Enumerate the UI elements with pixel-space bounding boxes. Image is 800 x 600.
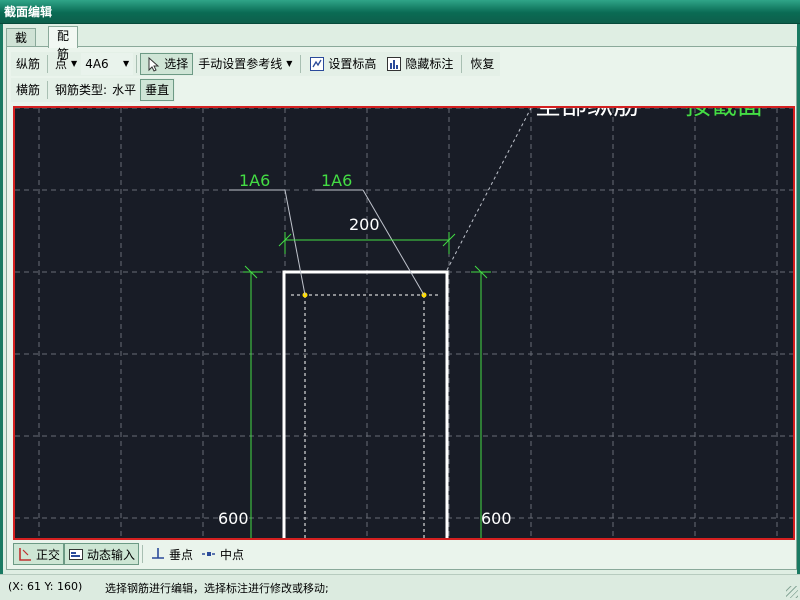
drawing-canvas[interactable]: 全部纵筋 按截面 1A6 1A6 200 [13, 106, 795, 540]
manual-reference-line-button[interactable]: 手动设置参考线 ▼ [193, 53, 297, 75]
separator [461, 55, 463, 73]
tab-section[interactable]: 截面 [6, 28, 37, 63]
toolbar-transverse: 横筋 钢筋类型: 水平 垂直 [11, 78, 176, 102]
perpendicular-snap-button[interactable]: 垂点 [146, 543, 197, 565]
top-text-white: 全部纵筋 [535, 108, 639, 121]
grid [15, 108, 793, 538]
dynamic-input-label: 动态输入 [87, 547, 136, 562]
select-button[interactable]: 选择 [140, 53, 194, 75]
separator [47, 55, 49, 73]
set-elevation-button[interactable]: 设置标高 [304, 53, 381, 75]
separator [300, 55, 302, 73]
toolbar-longitudinal: 纵筋 点 ▼ 4A6 ▼ 选择 手动设置参考线 ▼ 设置标高 隐藏标注 恢复 [11, 52, 501, 76]
hide-annotation-button[interactable]: 隐藏标注 [381, 53, 458, 75]
section-outline [282, 270, 449, 538]
snap-toolbar: 正交 动态输入 垂点 中点 [13, 542, 248, 566]
ortho-label: 正交 [36, 547, 61, 562]
rebar-label-left[interactable]: 1A6 [239, 171, 270, 190]
top-leader-line [446, 108, 532, 271]
height-dimension-left-text[interactable]: 600 [218, 509, 249, 528]
horizontal-button[interactable]: 水平 [111, 79, 140, 101]
height-dimension-left [243, 265, 263, 538]
section-drawing[interactable]: 全部纵筋 按截面 1A6 1A6 200 [15, 108, 793, 538]
perpendicular-label: 垂点 [169, 547, 194, 562]
ortho-icon [17, 546, 33, 562]
dynamic-input-button[interactable]: 动态输入 [64, 543, 140, 565]
cursor-arrow-icon [145, 56, 161, 72]
separator [142, 545, 144, 563]
top-text-green: 按截面 [685, 108, 763, 121]
transverse-label: 横筋 [16, 83, 41, 97]
separator [47, 81, 49, 99]
rebar-label-right[interactable]: 1A6 [321, 171, 352, 190]
width-dimension-text[interactable]: 200 [349, 215, 380, 234]
tab-reinforcement[interactable]: 配筋 [48, 26, 79, 61]
height-dimension-right-text[interactable]: 600 [481, 509, 512, 528]
status-bar: (X: 61 Y: 160) 选择钢筋进行编辑，选择标注进行修改或移动; [0, 574, 800, 600]
vertical-button[interactable]: 垂直 [140, 79, 175, 101]
status-message: 选择钢筋进行编辑，选择标注进行修改或移动; [105, 582, 329, 595]
window-title: 截面编辑 [0, 0, 800, 24]
cursor-coordinates: (X: 61 Y: 160) [8, 580, 83, 593]
midpoint-icon [201, 546, 217, 562]
longitudinal-label: 纵筋 [16, 57, 41, 71]
hide-annotation-label: 隐藏标注 [405, 57, 454, 71]
rebar-type-label: 钢筋类型: [55, 83, 108, 97]
hide-annotation-icon [386, 56, 402, 72]
leader-right [362, 189, 425, 296]
chevron-down-icon: ▼ [123, 59, 130, 68]
chevron-down-icon: ▼ [71, 59, 78, 68]
ortho-button[interactable]: 正交 [13, 543, 65, 565]
midpoint-snap-button[interactable]: 中点 [197, 543, 248, 565]
rebar-spec-dropdown[interactable]: 4A6 ▼ [81, 53, 134, 75]
elevation-icon [309, 56, 325, 72]
dynamic-input-icon [68, 546, 84, 562]
set-elevation-label: 设置标高 [328, 57, 377, 71]
separator [136, 55, 138, 73]
midpoint-label: 中点 [220, 547, 245, 562]
rebar-spec-value: 4A6 [85, 57, 109, 71]
perpendicular-icon [150, 546, 166, 562]
leader-left [284, 189, 306, 296]
dialog-frame: 截面 配筋 纵筋 点 ▼ 4A6 ▼ 选择 手动设置参考线 [0, 24, 800, 600]
height-dimension-right [471, 265, 491, 538]
select-label: 选择 [164, 57, 189, 71]
manual-reference-line-label: 手动设置参考线 [198, 57, 283, 71]
restore-button[interactable]: 恢复 [465, 53, 499, 75]
chevron-down-icon: ▼ [286, 59, 293, 68]
resize-grip-icon[interactable] [786, 586, 798, 598]
